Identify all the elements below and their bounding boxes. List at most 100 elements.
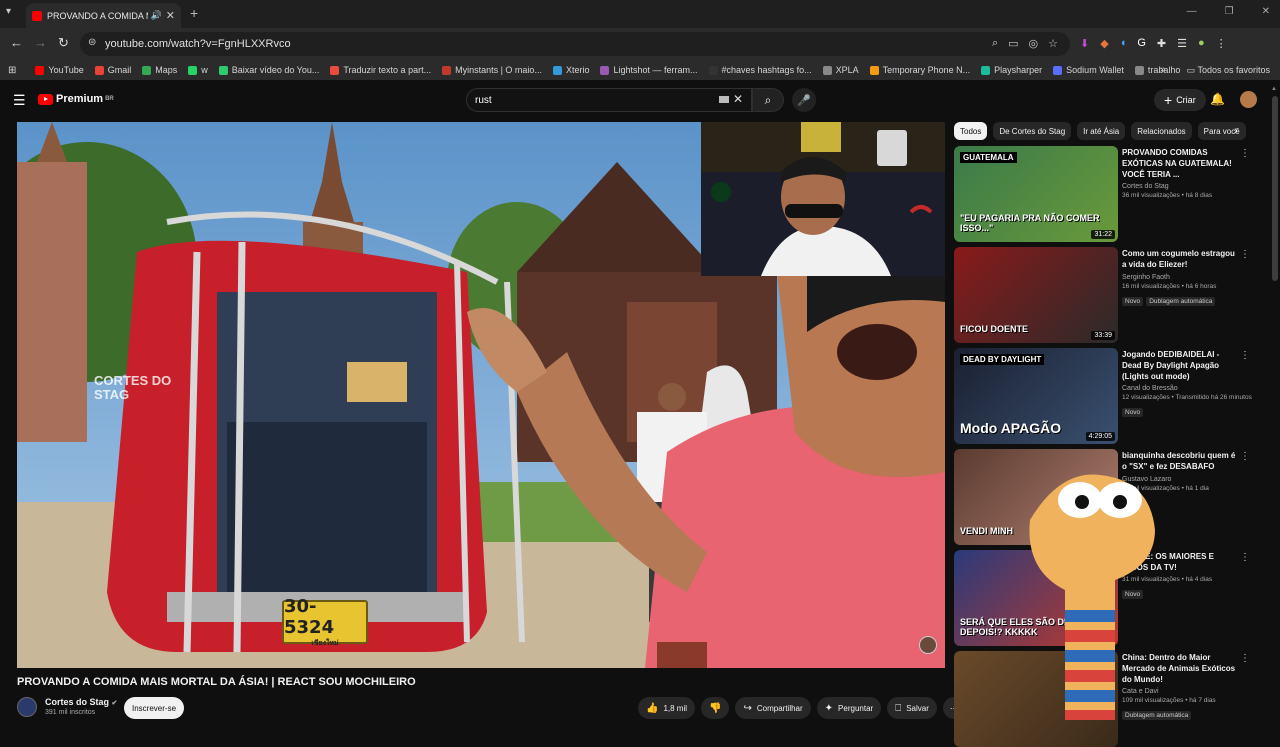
bookmark-star-icon[interactable]: ☆ xyxy=(1048,37,1058,50)
notifications-bell-icon[interactable]: 🔔 xyxy=(1210,92,1225,106)
bookmark-item[interactable]: Myinstants | O maio... xyxy=(442,65,542,75)
filter-chip[interactable]: De Cortes do Stag xyxy=(993,122,1072,140)
thumbs-down-icon: 👎 xyxy=(709,702,722,714)
dislike-button[interactable]: 👎 xyxy=(701,697,730,719)
bookmark-item[interactable]: Xterio xyxy=(552,65,589,75)
browser-tab-active[interactable]: PROVANDO A COMIDA MA 🔊 ✕ xyxy=(26,3,181,28)
reading-list-icon[interactable]: ☰ xyxy=(1177,37,1187,50)
bookmark-label: Playsharper xyxy=(994,65,1043,75)
recommendation-title[interactable]: Jogando DEDIBAIDELAI - Dead By Daylight … xyxy=(1122,350,1240,382)
create-button[interactable]: + Criar xyxy=(1154,89,1206,111)
chips-next-icon[interactable]: › xyxy=(1234,125,1238,137)
voice-search-button[interactable]: 🎤 xyxy=(792,88,816,112)
recommendation-thumbnail[interactable]: GUATEMALA "EU PAGARIA PRA NÃO COMER ISSO.… xyxy=(954,146,1118,242)
bookmark-item[interactable]: Sodium Wallet xyxy=(1053,65,1124,75)
bookmarks-overflow-icon[interactable]: » xyxy=(1160,64,1166,75)
sparkle-icon: ✦ xyxy=(824,702,834,714)
bookmark-favicon-icon xyxy=(869,65,879,75)
recommendation-title[interactable]: PROVANDO COMIDAS EXÓTICAS NA GUATEMALA! … xyxy=(1122,148,1240,180)
bookmark-item[interactable]: XPLA xyxy=(822,65,859,75)
recommendation-item[interactable]: FICOU DOENTE 33:39 Como um cogumelo estrag… xyxy=(954,247,1264,343)
recommendation-channel[interactable]: Cortes do Stag xyxy=(1122,183,1240,190)
extensions-puzzle-icon[interactable]: ✚ xyxy=(1157,37,1166,50)
channel-avatar[interactable] xyxy=(17,697,37,717)
tab-close-icon[interactable]: ✕ xyxy=(166,9,175,22)
recommendation-item[interactable]: GUATEMALA "EU PAGARIA PRA NÃO COMER ISSO.… xyxy=(954,146,1264,242)
filter-chip[interactable]: Para você xyxy=(1197,122,1246,140)
ask-button[interactable]: ✦ Perguntar xyxy=(816,697,882,719)
bookmark-item[interactable]: Lightshot — ferram... xyxy=(600,65,698,75)
minimize-icon[interactable]: — xyxy=(1187,6,1197,17)
like-button[interactable]: 👍 1,8 mil xyxy=(638,697,696,719)
ask-label: Perguntar xyxy=(838,703,874,713)
more-vert-icon[interactable]: ⋮ xyxy=(1240,148,1250,159)
bookmark-label: Traduzir texto a part... xyxy=(343,65,432,75)
recommendation-channel[interactable]: Canal do Bressão xyxy=(1122,385,1240,392)
download-ext-icon[interactable]: ⬇ xyxy=(1080,37,1089,50)
filter-chip[interactable]: Ir até Ásia xyxy=(1077,122,1126,140)
page-scrollbar[interactable] xyxy=(1272,96,1278,281)
new-tab-button[interactable]: + xyxy=(190,5,198,21)
recommendation-item[interactable]: DEAD BY DAYLIGHT Modo APAGÃO 4:29:05 Jogand… xyxy=(954,348,1264,444)
scroll-up-icon[interactable]: ▲ xyxy=(1271,86,1277,92)
close-window-icon[interactable]: ✕ xyxy=(1262,6,1270,17)
audio-ext-icon[interactable]: ◖ xyxy=(1120,37,1127,50)
more-vert-icon[interactable]: ⋮ xyxy=(1240,451,1250,462)
bookmark-item[interactable]: Gmail xyxy=(94,65,131,75)
bookmark-item[interactable]: Temporary Phone N... xyxy=(869,65,970,75)
share-button[interactable]: ↪ Compartilhar xyxy=(735,697,811,719)
recommendation-thumbnail[interactable]: FICOU DOENTE 33:39 xyxy=(954,247,1118,343)
tracking-eye-icon[interactable]: ◎ xyxy=(1029,37,1039,50)
forward-icon[interactable]: → xyxy=(34,35,47,50)
account-avatar[interactable] xyxy=(1240,91,1257,108)
tab-audio-icon[interactable]: 🔊 xyxy=(151,10,162,21)
worm-plush-overlay xyxy=(1029,474,1155,720)
guide-menu-icon[interactable]: ☰ xyxy=(13,92,26,109)
bookmark-item[interactable]: Maps xyxy=(142,65,177,75)
subscribe-button[interactable]: Inscrever-se xyxy=(124,697,185,719)
reload-icon[interactable]: ↻ xyxy=(58,35,69,51)
fox-ext-icon[interactable]: ◆ xyxy=(1100,37,1108,50)
keyboard-icon[interactable] xyxy=(719,96,729,103)
bookmark-item[interactable]: #chaves hashtags fo... xyxy=(708,65,812,75)
more-vert-icon[interactable]: ⋮ xyxy=(1240,249,1250,260)
filter-chip[interactable]: Relacionados xyxy=(1131,122,1192,140)
save-label: Salvar xyxy=(906,703,929,713)
recommendation-badge: Novo xyxy=(1122,296,1144,306)
more-vert-icon[interactable]: ⋮ xyxy=(1240,653,1250,664)
bookmark-item[interactable]: YouTube xyxy=(35,65,84,75)
browser-menu-icon[interactable]: ⋮ xyxy=(1216,37,1227,50)
youtube-logo[interactable]: Premium BR xyxy=(38,93,114,105)
video-player[interactable]: CORTES DO STAG 30-5324 เชียงใหม่ xyxy=(17,122,945,668)
all-bookmarks-link[interactable]: ▭ Todos os favoritos xyxy=(1187,65,1270,76)
save-button[interactable]: ⎕ Salvar xyxy=(887,697,937,719)
cast-icon[interactable]: ▭ xyxy=(1008,37,1018,50)
recommendation-channel[interactable]: Serginho Faoth xyxy=(1122,274,1240,281)
zoom-icon[interactable]: ⌕ xyxy=(992,37,998,50)
recommendation-title[interactable]: Como um cogumelo estragou a vida do Elie… xyxy=(1122,249,1240,271)
recommendation-thumbnail[interactable]: DEAD BY DAYLIGHT Modo APAGÃO 4:29:05 xyxy=(954,348,1118,444)
bookmark-item[interactable]: w xyxy=(188,65,208,75)
bookmark-favicon-icon xyxy=(981,65,991,75)
thumbnail-label: GUATEMALA xyxy=(960,152,1017,163)
bookmark-item[interactable]: trabalho xyxy=(1134,65,1180,75)
more-vert-icon[interactable]: ⋮ xyxy=(1240,350,1250,361)
tab-search-icon[interactable]: ▾ xyxy=(6,6,11,17)
profile-icon[interactable]: ● xyxy=(1198,37,1205,50)
more-vert-icon[interactable]: ⋮ xyxy=(1240,552,1250,563)
bookmark-item[interactable]: Traduzir texto a part... xyxy=(330,65,431,75)
apps-grid-icon[interactable]: ⊞ xyxy=(8,65,16,76)
channel-name[interactable]: Cortes do Stag ✔ xyxy=(45,697,117,707)
search-input[interactable]: rust ✕ xyxy=(466,88,752,112)
restore-icon[interactable]: ❐ xyxy=(1225,6,1234,17)
site-info-icon[interactable]: ⊜ xyxy=(88,37,96,48)
back-icon[interactable]: ← xyxy=(10,35,23,50)
filter-chip[interactable]: Todos xyxy=(954,122,988,140)
bookmark-item[interactable]: Playsharper xyxy=(981,65,1042,75)
clear-search-icon[interactable]: ✕ xyxy=(733,92,743,106)
grammar-ext-icon[interactable]: G xyxy=(1137,37,1146,50)
search-button[interactable]: ⌕ xyxy=(752,88,784,112)
address-bar[interactable]: ⊜ youtube.com/watch?v=FgnHLXXRvco ⌕ ▭ ◎ … xyxy=(80,32,1070,56)
channel-branding-icon[interactable] xyxy=(919,636,937,654)
bookmark-item[interactable]: Baixar vídeo do You... xyxy=(218,65,319,75)
